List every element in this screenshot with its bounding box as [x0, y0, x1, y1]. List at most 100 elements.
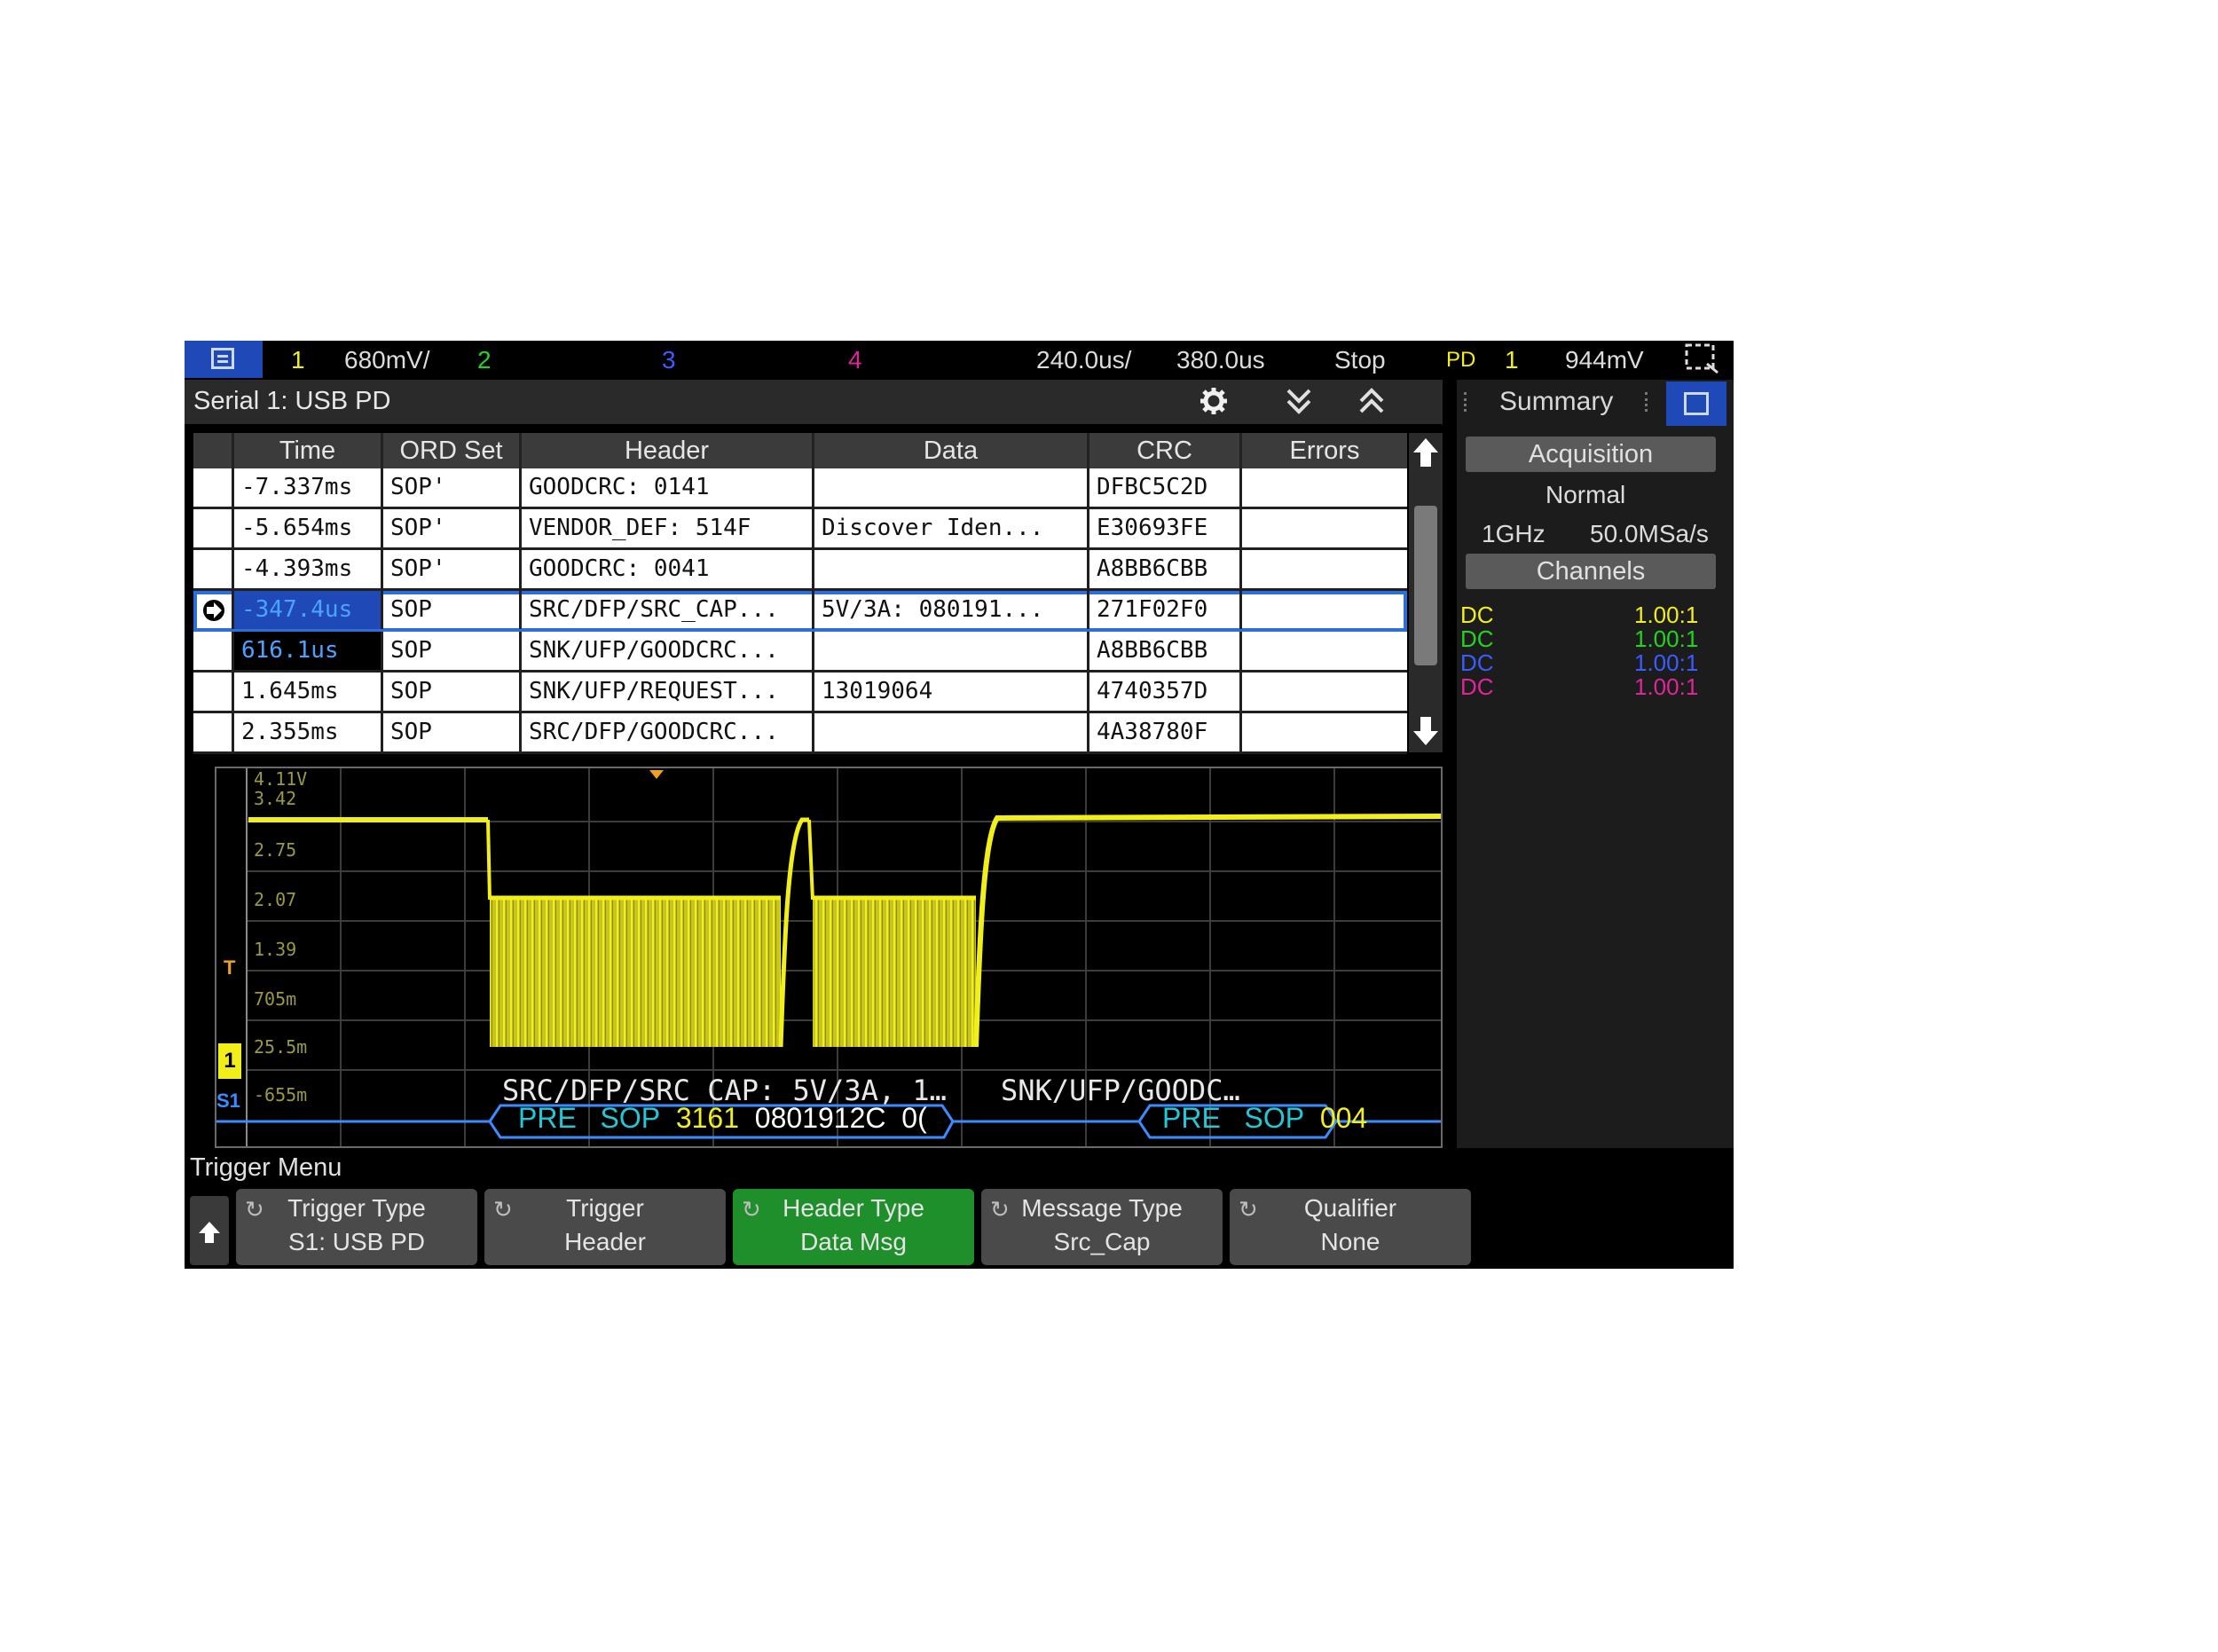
row-marker-cell [193, 673, 234, 711]
scrollbar-thumb[interactable] [1414, 506, 1437, 665]
lister-scrollbar[interactable] [1409, 433, 1443, 752]
cell-time: -4.393ms [234, 550, 383, 588]
cell-time: 2.355ms [234, 713, 383, 751]
serial-decode-header: Serial 1: USB PD [185, 380, 1443, 424]
message-type-softkey[interactable]: ↻ Message Type Src_Cap [981, 1189, 1223, 1265]
table-row[interactable]: -4.393ms SOP' GOODCRC: 0041 A8BB6CBB [193, 550, 1407, 591]
decode-packet-1[interactable]: PRE SOP 3161 0801912C 0( [518, 1102, 927, 1135]
cell-crc: 4A38780F [1089, 713, 1242, 751]
qualifier-softkey[interactable]: ↻ Qualifier None [1230, 1189, 1471, 1265]
table-row[interactable]: 1.645ms SOP SNK/UFP/REQUEST... 13019064 4740… [193, 673, 1407, 713]
row-marker-cell [193, 550, 234, 588]
cell-errors [1242, 509, 1407, 547]
channels-section[interactable]: Channels [1466, 554, 1716, 589]
table-row[interactable]: 616.1us SOP SNK/UFP/GOODCRC... A8BB6CBB [193, 632, 1407, 673]
acquisition-section[interactable]: Acquisition [1466, 437, 1716, 472]
gear-icon[interactable] [1198, 383, 1230, 426]
column-header-time[interactable]: Time [234, 433, 383, 468]
ch3-indicator[interactable]: 3 [662, 346, 676, 374]
cell-header: SRC/DFP/GOODCRC... [522, 713, 814, 751]
trigger-menu-title: Trigger Menu [190, 1153, 342, 1182]
trigger-softkey[interactable]: ↻ Trigger Header [484, 1189, 726, 1265]
table-row[interactable]: -5.654ms SOP' VENDOR_DEF: 514F Discover Ide… [193, 509, 1407, 550]
column-header-crc[interactable]: CRC [1089, 433, 1242, 468]
drag-handle-icon-2[interactable] [1645, 392, 1656, 412]
column-header-data[interactable]: Data [814, 433, 1089, 468]
trigger-type-softkey[interactable]: ↻ Trigger Type S1: USB PD [236, 1189, 477, 1265]
cell-errors [1242, 550, 1407, 588]
cell-ord: SOP [383, 632, 522, 670]
cell-data: Discover Iden... [814, 509, 1089, 547]
header-type-softkey[interactable]: ↻ Header Type Data Msg [733, 1189, 974, 1265]
chevron-double-down-icon[interactable] [1281, 383, 1317, 426]
timebase[interactable]: 240.0us/ [1036, 346, 1131, 374]
cell-errors [1242, 713, 1407, 751]
cell-header: SNK/UFP/REQUEST... [522, 673, 814, 711]
menu-icon [211, 348, 234, 369]
table-header: Time ORD Set Header Data CRC Errors [193, 433, 1407, 468]
decode-data-value: 0801912C [754, 1102, 886, 1134]
menu-icon [1684, 392, 1709, 415]
ch1-indicator[interactable]: 1 [291, 346, 305, 374]
ch4-indicator[interactable]: 4 [848, 346, 862, 374]
cell-crc: A8BB6CBB [1089, 550, 1242, 588]
softkey-value: None [1320, 1228, 1380, 1255]
softkey-label: Trigger Type [287, 1194, 426, 1222]
trigger-source[interactable]: 1 [1505, 346, 1519, 374]
cell-data [814, 468, 1089, 507]
trigger-level[interactable]: 944mV [1565, 346, 1644, 374]
cell-ord: SOP [383, 591, 522, 629]
decode-preamble: PRE [518, 1102, 577, 1134]
column-header-ord-set[interactable]: ORD Set [383, 433, 522, 468]
run-state[interactable]: Stop [1334, 346, 1386, 374]
cell-header: GOODCRC: 0041 [522, 550, 814, 588]
ch1-scale[interactable]: 680mV/ [344, 346, 430, 374]
summary-panel: Summary Acquisition Normal 1GHz 50.0MSa/… [1457, 380, 1734, 1148]
softkey-label: Trigger [566, 1194, 644, 1222]
scroll-down-arrow-icon[interactable] [1411, 713, 1441, 749]
channel-probe-ratio: 1.00:1 [1634, 673, 1699, 700]
waveform-display[interactable]: 4.11V 3.42 2.75 2.07 1.39 705m 25.5m -65… [215, 767, 1443, 1148]
cell-ord: SOP' [383, 509, 522, 547]
up-arrow-icon [199, 1222, 220, 1244]
row-marker-cell [193, 632, 234, 670]
menu-back-button[interactable] [190, 1196, 229, 1265]
trigger-menu: Trigger Menu ↻ Trigger Type S1: USB PD ↻ Tri… [185, 1150, 1734, 1269]
serial-panel-title: Serial 1: USB PD [193, 387, 391, 415]
column-header-header[interactable]: Header [522, 433, 814, 468]
row-marker-cell [193, 591, 234, 629]
summary-tab[interactable]: Summary [1499, 387, 1613, 417]
cell-crc: DFBC5C2D [1089, 468, 1242, 507]
cell-errors [1242, 468, 1407, 507]
delay[interactable]: 380.0us [1176, 346, 1265, 374]
softkey-value: Data Msg [800, 1228, 907, 1255]
cell-time: -5.654ms [234, 509, 383, 547]
cell-crc: 271F02F0 [1089, 591, 1242, 629]
ch2-indicator[interactable]: 2 [477, 346, 492, 374]
decode-data-tail: 0( [901, 1102, 927, 1134]
row-marker-cell [193, 509, 234, 547]
drag-handle-icon[interactable] [1464, 392, 1475, 412]
acquisition-mode: Normal [1546, 481, 1626, 508]
table-row[interactable]: -347.4us SOP SRC/DFP/SRC_CAP... 5V/3A: 0801… [193, 591, 1407, 632]
cell-data: 5V/3A: 080191... [814, 591, 1089, 629]
channel-coupling: DC [1460, 673, 1494, 700]
main-menu-button[interactable] [185, 341, 263, 378]
zoom-box-icon[interactable] [1684, 342, 1719, 381]
cell-ord: SOP [383, 673, 522, 711]
cell-ord: SOP' [383, 550, 522, 588]
cell-data [814, 713, 1089, 751]
table-row[interactable]: -7.337ms SOP' GOODCRC: 0141 DFBC5C2D [193, 468, 1407, 509]
sample-rate: 50.0MSa/s [1590, 520, 1709, 547]
table-row[interactable]: 2.355ms SOP SRC/DFP/GOODCRC... 4A38780F [193, 713, 1407, 754]
scroll-up-arrow-icon[interactable] [1411, 435, 1441, 470]
cell-errors [1242, 591, 1407, 629]
softkey-value: Header [564, 1228, 646, 1255]
chevron-double-up-icon[interactable] [1354, 383, 1389, 426]
cell-time: -347.4us [234, 591, 383, 629]
decode-packet-2[interactable]: PRE SOP 004 [1162, 1102, 1367, 1135]
panel-menu-button[interactable] [1666, 382, 1726, 426]
cell-crc: 4740357D [1089, 673, 1242, 711]
column-header-errors[interactable]: Errors [1242, 433, 1407, 468]
row-marker-cell [193, 713, 234, 751]
